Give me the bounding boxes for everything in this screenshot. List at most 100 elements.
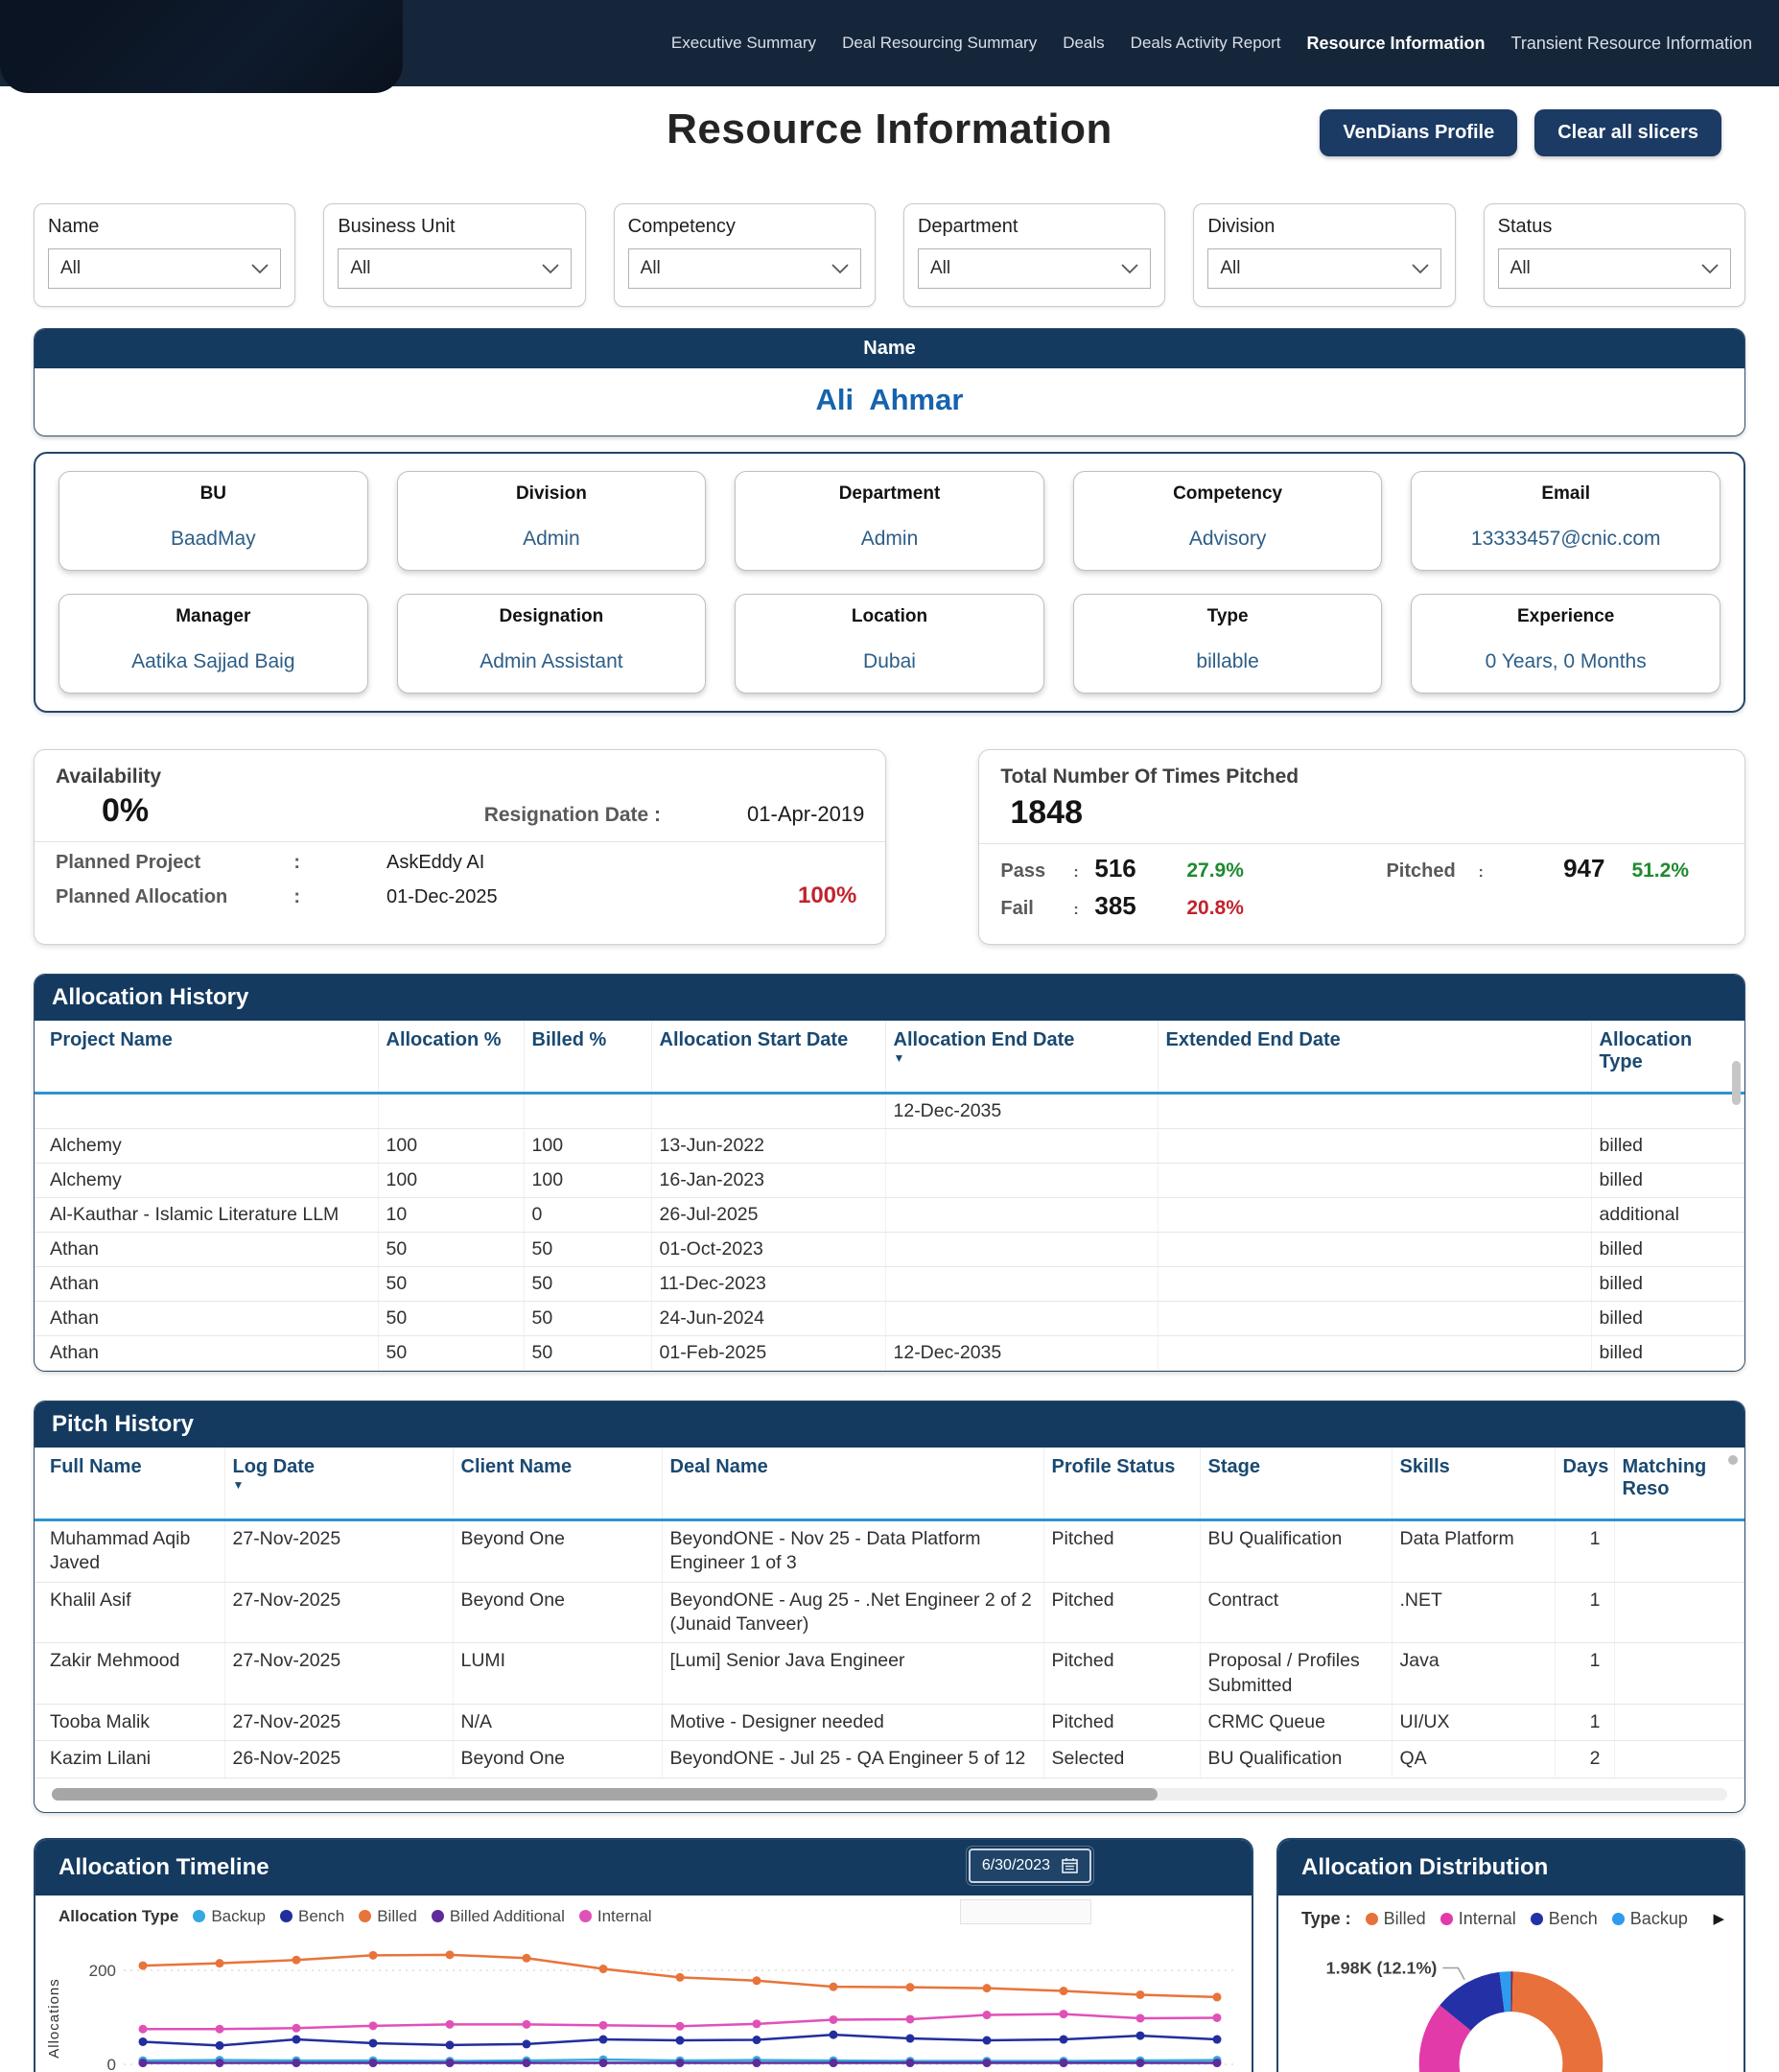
nav-tab-transient-resource-information[interactable]: Transient Resource Information bbox=[1511, 34, 1752, 54]
legend-item-bench[interactable]: Bench bbox=[1530, 1909, 1598, 1929]
table-row[interactable]: Muhammad Aqib Javed 27-Nov-2025 Beyond One… bbox=[35, 1519, 1744, 1583]
table-row[interactable]: Khalil Asif 27-Nov-2025 Beyond One BeyondON… bbox=[35, 1582, 1744, 1644]
column-header-profile-status[interactable]: Profile Status bbox=[1043, 1448, 1201, 1520]
column-header-allocation-start-date[interactable]: Allocation Start Date bbox=[651, 1021, 886, 1094]
data-point[interactable] bbox=[905, 2058, 915, 2067]
table-row[interactable]: Alchemy 100 100 16-Jan-2023 billed bbox=[35, 1163, 1744, 1198]
data-point[interactable] bbox=[215, 2058, 224, 2067]
data-point[interactable] bbox=[982, 2058, 992, 2067]
data-point[interactable] bbox=[1059, 1986, 1068, 1995]
column-header-project-name[interactable]: Project Name bbox=[35, 1021, 379, 1094]
data-point[interactable] bbox=[1135, 2031, 1145, 2040]
table-row[interactable]: Alchemy 100 100 13-Jun-2022 billed bbox=[35, 1128, 1744, 1164]
nav-tab-resource-information[interactable]: Resource Information bbox=[1307, 34, 1486, 54]
nav-tab-deals-activity-report[interactable]: Deals Activity Report bbox=[1131, 34, 1281, 53]
data-point[interactable] bbox=[292, 2058, 301, 2067]
data-point[interactable] bbox=[138, 2037, 148, 2046]
data-point[interactable] bbox=[445, 2019, 455, 2029]
data-point[interactable] bbox=[138, 2058, 148, 2067]
slicer-dropdown-division[interactable]: All bbox=[1207, 248, 1441, 289]
column-header-client-name[interactable]: Client Name bbox=[453, 1448, 663, 1520]
data-point[interactable] bbox=[675, 2021, 685, 2031]
slicer-dropdown-department[interactable]: All bbox=[917, 248, 1152, 289]
legend-item-billed-additional[interactable]: Billed Additional bbox=[431, 1907, 565, 1926]
data-point[interactable] bbox=[1212, 2035, 1222, 2044]
data-point[interactable] bbox=[982, 1983, 992, 1992]
column-header-matching-reso[interactable]: Matching Reso bbox=[1614, 1448, 1744, 1520]
vendians-profile-button[interactable]: VenDians Profile bbox=[1320, 109, 1518, 156]
legend-item-billed[interactable]: Billed bbox=[359, 1907, 417, 1926]
clear-all-slicers-button[interactable]: Clear all slicers bbox=[1534, 109, 1721, 156]
data-point[interactable] bbox=[138, 1961, 148, 1970]
table-row[interactable]: Kazim Lilani 26-Nov-2025 Beyond One BeyondO… bbox=[35, 1740, 1744, 1778]
data-point[interactable] bbox=[1135, 2013, 1145, 2023]
data-point[interactable] bbox=[445, 2058, 455, 2067]
data-point[interactable] bbox=[1059, 2009, 1068, 2018]
data-point[interactable] bbox=[445, 1950, 455, 1960]
horizontal-scrollbar[interactable] bbox=[52, 1787, 1727, 1801]
data-point[interactable] bbox=[215, 2024, 224, 2034]
table-row[interactable]: Athan 50 50 24-Jun-2024 billed bbox=[35, 1301, 1744, 1336]
table-row[interactable]: Tooba Malik 27-Nov-2025 N/A Motive - Design… bbox=[35, 1704, 1744, 1742]
data-point[interactable] bbox=[675, 2058, 685, 2067]
data-point[interactable] bbox=[982, 2010, 992, 2019]
data-point[interactable] bbox=[829, 1982, 838, 1991]
column-header-days[interactable]: Days bbox=[1555, 1448, 1615, 1520]
data-point[interactable] bbox=[138, 2024, 148, 2034]
data-point[interactable] bbox=[598, 1964, 608, 1973]
legend-item-billed[interactable]: Billed bbox=[1365, 1909, 1426, 1929]
data-point[interactable] bbox=[368, 1950, 378, 1960]
legend-item-bench[interactable]: Bench bbox=[280, 1907, 344, 1926]
legend-item-internal[interactable]: Internal bbox=[1440, 1909, 1516, 1929]
column-header-skills[interactable]: Skills bbox=[1392, 1448, 1556, 1520]
data-point[interactable] bbox=[368, 2021, 378, 2031]
slicer-dropdown-business-unit[interactable]: All bbox=[338, 248, 572, 289]
data-point[interactable] bbox=[752, 2035, 761, 2044]
data-point[interactable] bbox=[829, 2030, 838, 2039]
data-point[interactable] bbox=[445, 2040, 455, 2050]
column-header-stage[interactable]: Stage bbox=[1200, 1448, 1393, 1520]
table-row[interactable]: Athan 50 50 11-Dec-2023 billed bbox=[35, 1266, 1744, 1302]
data-point[interactable] bbox=[522, 2039, 531, 2049]
data-point[interactable] bbox=[1212, 1992, 1222, 2002]
column-header-billed[interactable]: Billed % bbox=[524, 1021, 652, 1094]
legend-item-internal[interactable]: Internal bbox=[578, 1907, 652, 1926]
data-point[interactable] bbox=[982, 2036, 992, 2045]
data-point[interactable] bbox=[752, 2019, 761, 2029]
column-header-deal-name[interactable]: Deal Name bbox=[662, 1448, 1044, 1520]
column-header-log-date[interactable]: Log Date ▼ bbox=[224, 1448, 454, 1520]
data-point[interactable] bbox=[1059, 2058, 1068, 2067]
data-point[interactable] bbox=[292, 2023, 301, 2033]
slicer-dropdown-name[interactable]: All bbox=[48, 248, 282, 289]
data-point[interactable] bbox=[905, 2034, 915, 2043]
table-row[interactable]: Zakir Mehmood 27-Nov-2025 LUMI [Lumi] Senio… bbox=[35, 1642, 1744, 1706]
data-point[interactable] bbox=[1212, 2013, 1222, 2022]
nav-tab-deal-resourcing-summary[interactable]: Deal Resourcing Summary bbox=[842, 34, 1037, 53]
data-point[interactable] bbox=[905, 2014, 915, 2024]
data-point[interactable] bbox=[292, 1955, 301, 1965]
column-header-extended-end-date[interactable]: Extended End Date bbox=[1158, 1021, 1592, 1094]
data-point[interactable] bbox=[522, 2058, 531, 2067]
data-point[interactable] bbox=[675, 1972, 685, 1982]
slicer-dropdown-status[interactable]: All bbox=[1497, 248, 1731, 289]
table-row[interactable]: Al-Kauthar - Islamic Literature LLM 10 0 26… bbox=[35, 1197, 1744, 1233]
data-point[interactable] bbox=[829, 2014, 838, 2024]
data-point[interactable] bbox=[598, 2035, 608, 2044]
legend-scroll-right-icon[interactable]: ▶ bbox=[1713, 1910, 1724, 1927]
slicer-dropdown-competency[interactable]: All bbox=[627, 248, 861, 289]
data-point[interactable] bbox=[1135, 2058, 1145, 2067]
data-point[interactable] bbox=[1135, 1990, 1145, 1999]
date-picker[interactable]: 6/30/2023 bbox=[965, 1845, 1095, 1886]
data-point[interactable] bbox=[752, 2058, 761, 2067]
nav-tab-deals[interactable]: Deals bbox=[1063, 34, 1104, 53]
column-header-full-name[interactable]: Full Name bbox=[35, 1448, 225, 1520]
data-point[interactable] bbox=[368, 2058, 378, 2067]
vertical-scrollbar[interactable] bbox=[1732, 1061, 1741, 1105]
column-header-allocation-end-date[interactable]: Allocation End Date ▼ bbox=[885, 1021, 1159, 1094]
data-point[interactable] bbox=[292, 2035, 301, 2044]
data-point[interactable] bbox=[522, 2019, 531, 2029]
data-point[interactable] bbox=[1212, 2058, 1222, 2067]
table-row[interactable]: 12-Dec-2035 bbox=[35, 1093, 1744, 1129]
column-header-allocation-type[interactable]: Allocation Type bbox=[1591, 1021, 1744, 1094]
table-row[interactable]: Athan 50 50 01-Oct-2023 billed bbox=[35, 1232, 1744, 1267]
